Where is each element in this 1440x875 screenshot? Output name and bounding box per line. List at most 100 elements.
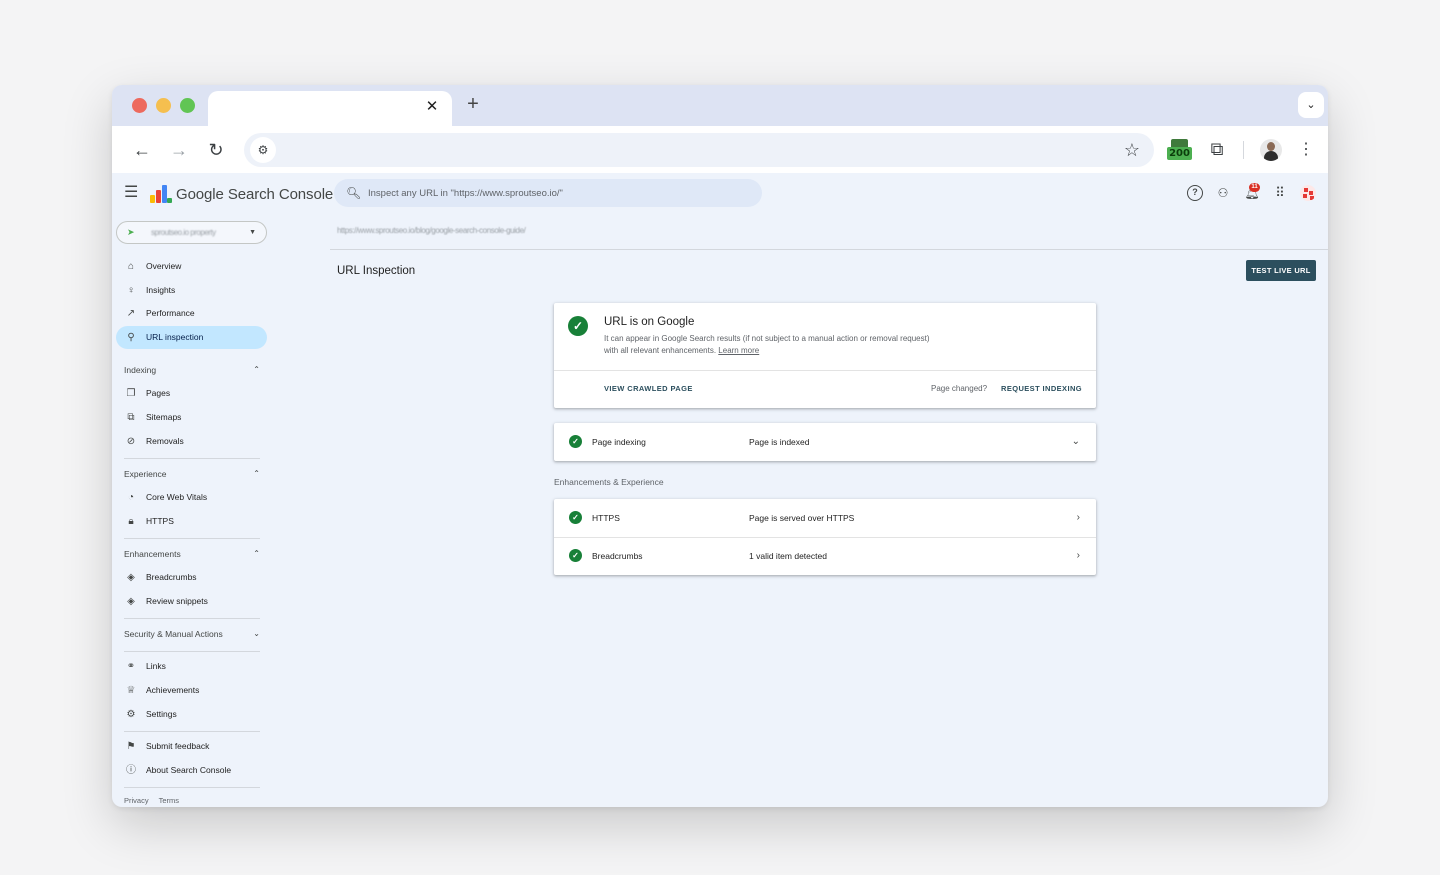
page-indexing-row[interactable]: ✓ Page indexing Page is indexed ⌄	[554, 423, 1096, 461]
terms-link[interactable]: Terms	[159, 796, 179, 805]
sidebar-item-label: Overview	[146, 261, 182, 271]
section-toggle-enhancements[interactable]: Enhancements ⌃	[124, 547, 260, 561]
tab-close-icon[interactable]: ✕	[422, 97, 442, 117]
enhancement-row-breadcrumbs[interactable]: ✓ Breadcrumbs 1 valid item detected ›	[554, 537, 1096, 575]
sidebar-item-about[interactable]: ⓘ About Search Console	[116, 759, 267, 782]
sidebar-item-label: HTTPS	[146, 516, 174, 526]
sidebar-item-pages[interactable]: ❐ Pages	[116, 382, 267, 405]
learn-more-link[interactable]: Learn more	[718, 346, 759, 355]
inspect-url-search[interactable]: 🔍︎	[334, 179, 762, 207]
address-bar[interactable]: ⚙ ☆	[244, 133, 1154, 167]
browser-menu-icon[interactable]: ⋮	[1298, 138, 1314, 162]
sidebar-item-label: Removals	[146, 436, 184, 446]
avatar-body	[1264, 151, 1278, 161]
profile-avatar[interactable]	[1260, 139, 1282, 161]
chevron-right-icon[interactable]: ›	[1077, 549, 1080, 562]
chevron-right-icon[interactable]: ›	[1077, 511, 1080, 524]
sidebar-item-url-inspection[interactable]: ⚲ URL inspection	[116, 326, 267, 349]
gear-icon: ⚙	[126, 709, 136, 720]
property-selector[interactable]: ➤ sproutseo.io property ▼	[116, 221, 267, 244]
chevron-up-icon: ⌃	[253, 469, 260, 478]
request-indexing-button[interactable]: REQUEST INDEXING	[1001, 384, 1082, 394]
search-console-logo	[150, 183, 172, 203]
sidebar-item-performance[interactable]: ↗ Performance	[116, 302, 267, 325]
check-circle-icon: ✓	[569, 549, 582, 562]
new-tab-button[interactable]: +	[462, 93, 484, 115]
extensions-puzzle-icon[interactable]: ⧉	[1206, 138, 1228, 160]
eye-off-icon: ⊘	[126, 436, 136, 447]
google-apps-icon[interactable]: ⠿	[1272, 185, 1288, 201]
page-changed-text: Page changed?	[931, 384, 988, 393]
browser-toolbar: ← → ↻ ⚙ ☆ 200 ⧉ ⋮	[112, 126, 1328, 173]
inspect-url-input[interactable]	[368, 183, 748, 203]
main-menu-icon[interactable]: ☰	[124, 185, 140, 201]
enhancements-card: ✓ HTTPS Page is served over HTTPS › ✓ Br…	[554, 499, 1096, 575]
sidebar-item-core-web-vitals[interactable]: ◔ Core Web Vitals	[116, 486, 267, 509]
chevron-up-icon: ⌃	[253, 549, 260, 558]
extension-icon-top	[1171, 139, 1188, 147]
row-value: Page is indexed	[749, 437, 810, 447]
notification-count-badge: 11	[1249, 183, 1260, 192]
section-toggle-indexing[interactable]: Indexing ⌃	[124, 363, 260, 377]
home-icon: ⌂	[127, 261, 135, 272]
status-code-badge: 200	[1167, 147, 1192, 160]
account-avatar[interactable]	[1300, 185, 1316, 201]
sidebar-item-sitemaps[interactable]: ⧉ Sitemaps	[116, 406, 267, 429]
sidebar-item-breadcrumbs[interactable]: ◈ Breadcrumbs	[116, 566, 267, 589]
sidebar-divider	[124, 731, 260, 732]
header-divider	[330, 249, 1328, 250]
privacy-link[interactable]: Privacy	[124, 796, 149, 805]
check-circle-icon: ✓	[569, 435, 582, 448]
sidebar-item-insights[interactable]: ♀ Insights	[116, 279, 267, 302]
sidebar-item-settings[interactable]: ⚙ Settings	[116, 703, 267, 726]
users-settings-icon[interactable]: ⚇	[1215, 185, 1231, 201]
section-toggle-security[interactable]: Security & Manual Actions ⌄	[124, 627, 260, 641]
sidebar-item-overview[interactable]: ⌂ Overview	[116, 255, 267, 278]
bookmark-star-icon[interactable]: ☆	[1124, 139, 1140, 161]
sitemap-icon: ⧉	[127, 412, 135, 423]
sidebar-item-submit-feedback[interactable]: ⚑ Submit feedback	[116, 735, 267, 758]
enhancement-row-https[interactable]: ✓ HTTPS Page is served over HTTPS ›	[554, 499, 1096, 537]
test-live-url-button[interactable]: TEST LIVE URL	[1246, 260, 1316, 281]
card-divider	[554, 370, 1096, 371]
sidebar-item-removals[interactable]: ⊘ Removals	[116, 430, 267, 453]
back-icon[interactable]: ←	[130, 138, 154, 162]
toolbar-divider	[1243, 141, 1244, 159]
app-title[interactable]: Google Search Console	[176, 185, 333, 205]
layers-icon: ◈	[127, 572, 135, 583]
tab-search-button[interactable]: ⌄	[1298, 92, 1324, 118]
close-window-button[interactable]	[132, 98, 147, 113]
chevron-down-icon[interactable]: ⌄	[1072, 435, 1080, 448]
sidebar-item-https[interactable]: 🔒︎ HTTPS	[116, 510, 267, 533]
sidebar-item-label: Submit feedback	[146, 741, 210, 751]
view-crawled-page-button[interactable]: VIEW CRAWLED PAGE	[604, 384, 693, 394]
section-label: Indexing	[124, 365, 157, 375]
sidebar-item-review-snippets[interactable]: ◈ Review snippets	[116, 590, 267, 613]
forward-icon[interactable]: →	[167, 138, 191, 162]
row-value: 1 valid item detected	[749, 551, 827, 561]
minimize-window-button[interactable]	[156, 98, 171, 113]
sidebar-item-achievements[interactable]: ♕ Achievements	[116, 679, 267, 702]
section-toggle-experience[interactable]: Experience ⌃	[124, 467, 260, 481]
feedback-icon: ⚑	[126, 741, 136, 752]
maximize-window-button[interactable]	[180, 98, 195, 113]
reload-icon[interactable]: ↻	[204, 138, 228, 162]
sidebar-item-label: Core Web Vitals	[146, 492, 208, 502]
lock-icon: 🔒︎	[128, 516, 134, 527]
help-icon[interactable]: ?	[1187, 185, 1203, 201]
sidebar-item-links[interactable]: ⚭ Links	[116, 655, 267, 678]
http-status-extension-icon[interactable]: 200	[1167, 139, 1192, 161]
site-settings-icon[interactable]: ⚙	[250, 137, 276, 163]
gauge-icon: ◔	[127, 492, 135, 503]
chevron-up-icon: ⌃	[253, 365, 260, 374]
enhancements-heading: Enhancements & Experience	[554, 477, 664, 487]
page-indexing-card: ✓ Page indexing Page is indexed ⌄	[554, 423, 1096, 461]
sidebar-divider	[124, 787, 260, 788]
sidebar-item-label: Review snippets	[146, 596, 208, 606]
browser-tab[interactable]: ✕	[208, 91, 452, 126]
status-title: URL is on Google	[604, 316, 695, 328]
check-circle-icon: ✓	[568, 316, 588, 336]
avatar-head	[1267, 142, 1275, 151]
url-status-card: ✓ URL is on Google It can appear in Goog…	[554, 303, 1096, 408]
sidebar-item-label: Settings	[146, 709, 177, 719]
